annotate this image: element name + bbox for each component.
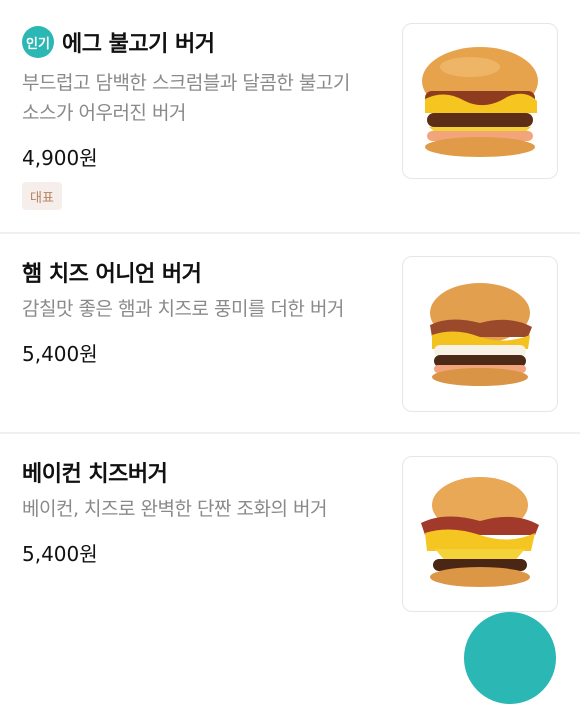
menu-item-price: 4,900원 xyxy=(22,146,98,170)
menu-item-price: 5,400원 xyxy=(22,342,98,366)
menu-item-image[interactable] xyxy=(402,456,558,612)
menu-item-ham-cheese-onion-burger[interactable]: 햄 치즈 어니언 버거 감칠맛 좋은 햄과 치즈로 풍미를 더한 버거 5,40… xyxy=(0,234,580,432)
menu-item-price: 5,400원 xyxy=(22,542,98,566)
description-line: 베이컨, 치즈로 완벽한 단짠 조화의 버거 xyxy=(22,498,327,520)
description-line: 감칠맛 좋은 햄과 치즈로 풍미를 더한 버거 xyxy=(22,298,344,320)
menu-item-name: 베이컨 치즈버거 xyxy=(22,462,168,487)
menu-item-description: 베이컨, 치즈로 완벽한 단짠 조화의 버거 xyxy=(22,494,382,524)
menu-item-description: 부드럽고 담백한 스크럼블과 달콤한 불고기 소스가 어우러진 버거 xyxy=(22,68,382,128)
menu-item-name: 에그 불고기 버거 xyxy=(62,32,215,57)
description-line: 소스가 어우러진 버거 xyxy=(22,102,186,124)
burger-image xyxy=(430,283,532,386)
menu-item-bacon-cheese-burger[interactable]: 베이컨 치즈버거 베이컨, 치즈로 완벽한 단짠 조화의 버거 5,400원 xyxy=(0,434,580,626)
menu-item-egg-bulgogi-burger[interactable]: 인기 에그 불고기 버거 부드럽고 담백한 스크럼블과 달콤한 불고기 소스가 … xyxy=(0,0,580,232)
description-line: 부드럽고 담백한 스크럼블과 달콤한 불고기 xyxy=(22,72,350,94)
popular-badge: 인기 xyxy=(22,26,54,58)
menu-item-image[interactable] xyxy=(402,256,558,412)
burger-image xyxy=(421,477,539,587)
menu-item-image[interactable] xyxy=(402,23,558,179)
menu-item-title-row: 햄 치즈 어니언 버거 xyxy=(22,256,202,288)
menu-item-title-row: 인기 에그 불고기 버거 xyxy=(22,26,215,58)
burger-image xyxy=(422,47,538,157)
menu-item-name: 햄 치즈 어니언 버거 xyxy=(22,262,202,287)
signature-tag: 대표 xyxy=(22,182,62,210)
menu-item-title-row: 베이컨 치즈버거 xyxy=(22,456,168,488)
menu-item-description: 감칠맛 좋은 햄과 치즈로 풍미를 더한 버거 xyxy=(22,294,382,324)
